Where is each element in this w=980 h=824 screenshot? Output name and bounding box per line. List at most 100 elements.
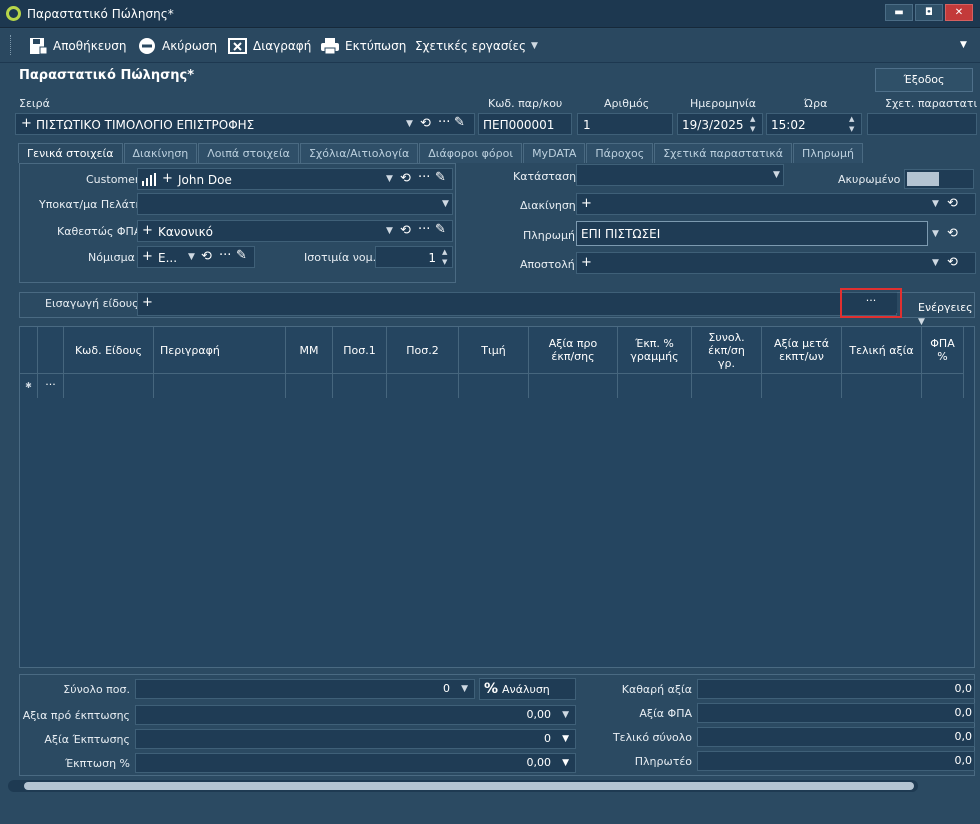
add-icon[interactable]: + [142,250,153,263]
tab-other-details[interactable]: Λοιπά στοιχεία [198,143,299,163]
cancel-button[interactable]: Ακύρωση [137,35,217,57]
table-cell[interactable] [459,373,529,398]
col-vat-pct[interactable]: ΦΠΑ % [922,327,964,373]
table-cell[interactable] [529,373,618,398]
tab-related-docs[interactable]: Σχετικά παραστατικά [654,143,793,163]
col-total-discount[interactable]: Συνολ. έκπ/ση γρ. [692,327,762,373]
save-button[interactable]: Αποθήκευση [28,35,126,57]
series-select[interactable]: + ΠΙΣΤΩΤΙΚΟ ΤΙΜΟΛΟΓΙΟ ΕΠΙΣΤΡΟΦΗΣ ▼ ⟲ ···… [15,113,475,135]
insert-item-field[interactable]: + [137,292,897,316]
vat-status-select[interactable]: + Κανονικό ▼ ⟲ ··· ✎ [137,220,453,242]
col-item-code[interactable]: Κωδ. Είδους [64,327,154,373]
dropdown-arrow-icon[interactable]: ▼ [932,258,939,268]
spin-down-icon[interactable]: ▼ [442,258,447,266]
number-field[interactable]: 1 [577,113,673,135]
new-row-more-button[interactable]: ··· [38,373,64,398]
tab-mydata[interactable]: MyDATA [523,143,586,163]
date-field[interactable]: 19/3/2025 ▲ ▼ [677,113,763,135]
tab-shipping[interactable]: Διακίνηση [123,143,198,163]
table-cell[interactable] [618,373,692,398]
discount-pct-field[interactable]: 0,00 ▼ [135,753,576,773]
add-icon[interactable]: + [581,197,592,210]
col-discount-pct[interactable]: Έκπ. % γραμμής [618,327,692,373]
col-price[interactable]: Τιμή [459,327,529,373]
dropdown-arrow-icon[interactable]: ▼ [188,252,195,262]
dropdown-arrow-icon[interactable]: ▼ [562,730,569,748]
spin-up-icon[interactable]: ▲ [750,115,755,123]
items-grid[interactable]: Κωδ. Είδους Περιγραφή ΜΜ Ποσ.1 Ποσ.2 Τιμ… [19,326,975,668]
table-cell[interactable] [922,373,964,398]
customer-select[interactable]: + John Doe ▼ ⟲ ··· ✎ [137,168,453,190]
add-icon[interactable]: + [162,172,173,185]
refresh-icon[interactable]: ⟲ [400,224,411,237]
dropdown-arrow-icon[interactable]: ▼ [562,754,569,772]
related-docs-field[interactable] [867,113,977,135]
maximize-button[interactable]: ◘ [915,4,943,21]
dropdown-arrow-icon[interactable]: ▼ [406,119,413,129]
more-icon[interactable]: ··· [418,171,430,184]
more-icon[interactable]: ··· [219,249,231,262]
subaccount-select[interactable]: ▼ [137,193,453,215]
table-cell[interactable] [387,373,459,398]
edit-pencil-icon[interactable]: ✎ [435,171,446,184]
spin-up-icon[interactable]: ▲ [442,248,447,256]
parity-field[interactable]: 1 ▲ ▼ [375,246,453,268]
actions-menu[interactable]: Ενέργειες ▼ [918,301,980,327]
discount-value-field[interactable]: 0 ▼ [135,729,576,749]
related-tasks-menu[interactable]: Σχετικές εργασίες ▼ [415,35,538,57]
table-cell[interactable] [692,373,762,398]
doc-code-field[interactable]: ΠΕΠ000001 [478,113,572,135]
col-qty1[interactable]: Ποσ.1 [333,327,387,373]
refresh-icon[interactable]: ⟲ [947,197,958,210]
spin-down-icon[interactable]: ▼ [849,125,854,133]
delivery-select[interactable]: + ▼ ⟲ [576,252,976,274]
more-button[interactable]: ··· [845,293,897,313]
toolbar-overflow-icon[interactable]: ▼ [960,40,967,50]
tab-comments[interactable]: Σχόλια/Αιτιολογία [299,143,419,163]
dropdown-arrow-icon[interactable]: ▼ [386,174,393,184]
refresh-icon[interactable]: ⟲ [400,172,411,185]
dropdown-arrow-icon[interactable]: ▼ [442,199,449,209]
spin-down-icon[interactable]: ▼ [750,125,755,133]
more-icon[interactable]: ··· [438,116,450,129]
edit-pencil-icon[interactable]: ✎ [454,116,465,129]
minimize-button[interactable]: ▬ [885,4,913,21]
tab-payment[interactable]: Πληρωμή [793,143,863,163]
col-value-before-discount[interactable]: Αξία προ έκπ/σης [529,327,618,373]
dropdown-arrow-icon[interactable]: ▼ [932,199,939,209]
close-button[interactable]: ✕ [945,4,973,21]
table-cell[interactable] [154,373,286,398]
add-icon[interactable]: + [142,224,153,237]
table-cell[interactable] [333,373,387,398]
dropdown-arrow-icon[interactable]: ▼ [932,229,939,239]
col-qty2[interactable]: Ποσ.2 [387,327,459,373]
time-field[interactable]: 15:02 ▲ ▼ [766,113,862,135]
bar-chart-icon[interactable] [142,173,156,186]
refresh-icon[interactable]: ⟲ [420,117,431,130]
refresh-icon[interactable]: ⟲ [947,227,958,240]
col-value-after-discount[interactable]: Αξία μετά εκπτ/ων [762,327,842,373]
tab-general[interactable]: Γενικά στοιχεία [18,143,123,163]
status-select[interactable]: ▼ [576,164,784,186]
edit-pencil-icon[interactable]: ✎ [236,249,247,262]
spin-up-icon[interactable]: ▲ [849,115,854,123]
more-icon[interactable]: ··· [418,223,430,236]
table-cell[interactable] [762,373,842,398]
table-cell[interactable] [842,373,922,398]
refresh-icon[interactable]: ⟲ [201,250,212,263]
col-description[interactable]: Περιγραφή [154,327,286,373]
payment-select[interactable]: ΕΠΙ ΠΙΣΤΩΣΕΙ [576,221,928,246]
tab-taxes[interactable]: Διάφοροι φόροι [419,143,523,163]
col-unit[interactable]: ΜΜ [286,327,333,373]
cancelled-toggle[interactable] [904,169,974,189]
table-cell[interactable] [64,373,154,398]
dropdown-arrow-icon[interactable]: ▼ [386,226,393,236]
add-icon[interactable]: + [142,296,153,309]
edit-pencil-icon[interactable]: ✎ [435,223,446,236]
print-button[interactable]: Εκτύπωση [320,35,406,57]
refresh-icon[interactable]: ⟲ [947,256,958,269]
add-icon[interactable]: + [581,256,592,269]
shipping-select[interactable]: + ▼ ⟲ [576,193,976,215]
add-icon[interactable]: + [21,117,32,130]
delete-button[interactable]: Διαγραφή [228,35,311,57]
